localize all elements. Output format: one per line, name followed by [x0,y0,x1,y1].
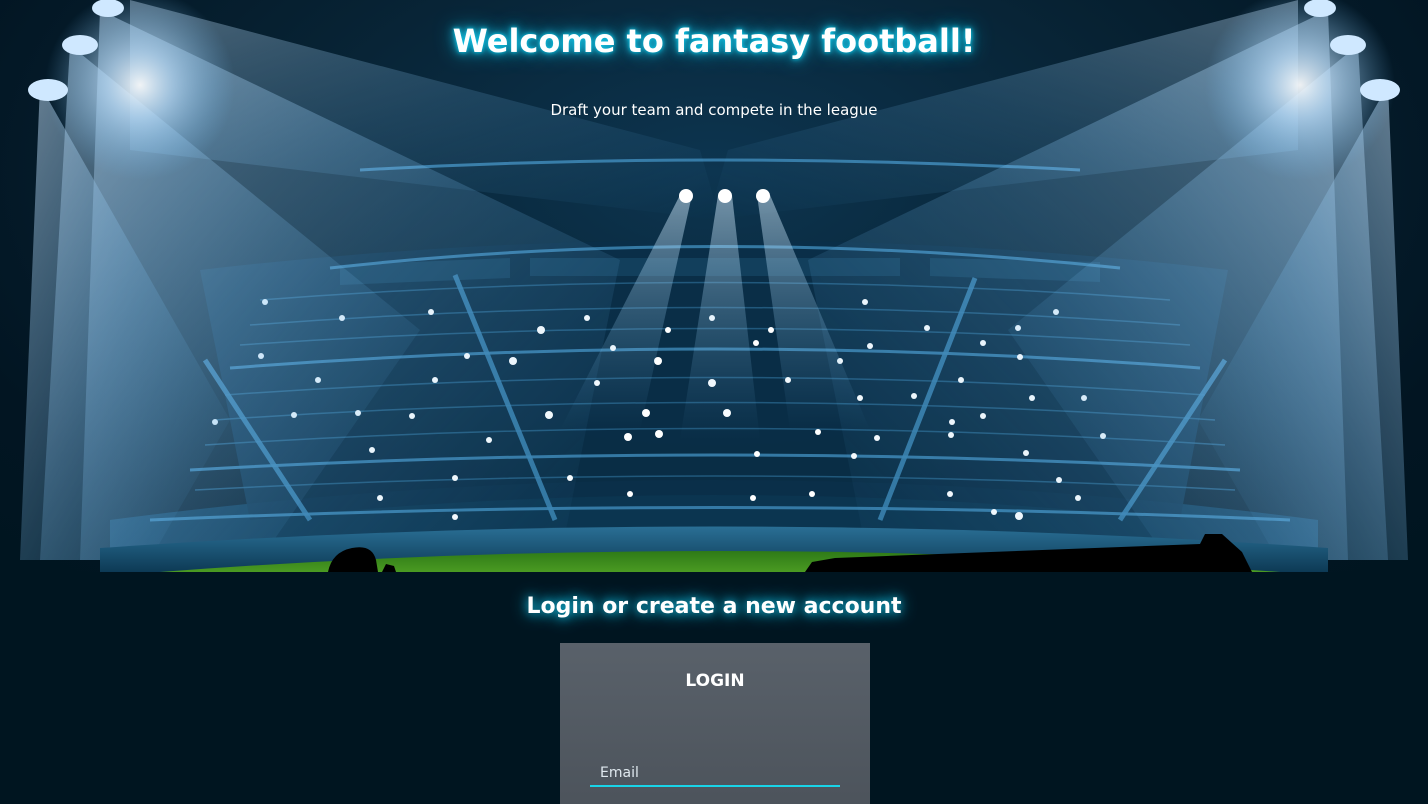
login-title: LOGIN [685,671,745,691]
login-card: LOGIN [560,643,870,804]
auth-heading: Login or create a new account [526,594,902,619]
stadium-illustration [20,0,1408,572]
email-field [590,761,840,787]
page: Welcome to fantasy football! Draft your … [0,0,1428,804]
hero-subtitle: Draft your team and compete in the leagu… [550,101,878,119]
hero-banner: Welcome to fantasy football! Draft your … [0,0,1428,572]
email-input[interactable] [590,761,840,785]
hero-title: Welcome to fantasy football! [452,22,976,60]
